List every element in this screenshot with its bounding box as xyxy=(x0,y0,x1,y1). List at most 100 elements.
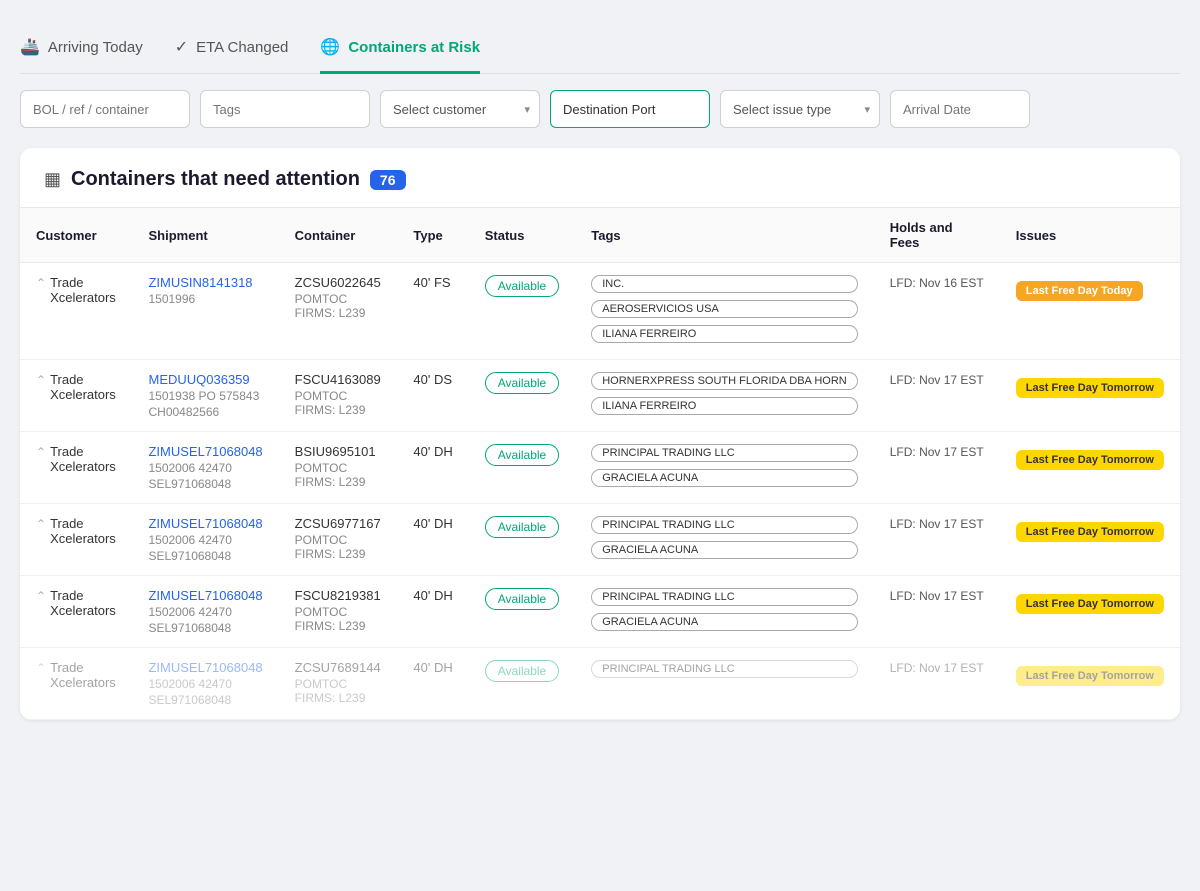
col-customer: Customer xyxy=(20,208,132,263)
tag-pill[interactable]: PRINCIPAL TRADING LLC xyxy=(591,444,858,462)
issue-type-select-wrapper: Select issue type xyxy=(720,90,880,128)
tags-cell: PRINCIPAL TRADING LLC xyxy=(575,648,874,720)
shipment-sub: SEL971068048 xyxy=(148,693,262,707)
expand-icon[interactable]: ⌃ xyxy=(36,517,46,531)
container-type: 40' DS xyxy=(413,372,452,387)
customer-name-text: Trade Xcelerators xyxy=(50,516,116,546)
tag-pill[interactable]: PRINCIPAL TRADING LLC xyxy=(591,588,858,606)
shipment-link[interactable]: ZIMUSEL71068048 xyxy=(148,660,262,675)
shipment-sub: 1501938 PO 575843 xyxy=(148,389,262,403)
customer-select-wrapper: Select customer xyxy=(380,90,540,128)
issues-cell: Last Free Day Tomorrow xyxy=(1000,504,1180,576)
shipment-sub: SEL971068048 xyxy=(148,621,262,635)
grid-icon: ▦ xyxy=(44,169,61,190)
tags-cell: PRINCIPAL TRADING LLC GRACIELA ACUNA xyxy=(575,576,874,648)
table-row: ⌃Trade Xcelerators ZIMUSIN8141318 1501996 Z… xyxy=(20,263,1180,360)
tab-containers-at-risk[interactable]: 🌐 Containers at Risk xyxy=(320,37,480,74)
status-badge: Available xyxy=(485,275,559,297)
tag-pill[interactable]: AEROSERVICIOS USA xyxy=(591,300,858,318)
tabs-bar: 🚢 Arriving Today ✓ ETA Changed 🌐 Contain… xyxy=(20,20,1180,74)
expand-icon[interactable]: ⌃ xyxy=(36,445,46,459)
col-type: Type xyxy=(397,208,468,263)
holds-fees-cell: LFD: Nov 17 EST xyxy=(874,432,1000,504)
container-sub: POMTOC FIRMS: L239 xyxy=(295,533,382,561)
expand-icon[interactable]: ⌃ xyxy=(36,373,46,387)
table-row: ⌃Trade XceleratorsZIMUSEL710680481502006… xyxy=(20,432,1180,504)
tag-pill[interactable]: GRACIELA ACUNA xyxy=(591,541,858,559)
container-cell: ZCSU7689144 POMTOC FIRMS: L239 xyxy=(279,648,398,720)
container-count-badge: 76 xyxy=(370,170,406,190)
col-shipment: Shipment xyxy=(132,208,278,263)
tab-containers-at-risk-label: Containers at Risk xyxy=(348,39,480,56)
tag-pill[interactable]: GRACIELA ACUNA xyxy=(591,613,858,631)
shipment-link[interactable]: ZIMUSEL71068048 xyxy=(148,444,262,459)
check-icon: ✓ xyxy=(175,37,188,57)
holds-fees-cell: LFD: Nov 17 EST xyxy=(874,648,1000,720)
tag-pill[interactable]: HORNERXPRESS SOUTH FLORIDA DBA HORN xyxy=(591,372,858,390)
customer-name-text: Trade Xcelerators xyxy=(50,372,116,402)
filters-row: Select customer Select issue type xyxy=(20,90,1180,128)
tags-search-input[interactable] xyxy=(200,90,370,128)
type-cell: 40' DS xyxy=(397,360,468,432)
issue-badge-tomorrow: Last Free Day Tomorrow xyxy=(1016,450,1164,470)
issue-badge-tomorrow: Last Free Day Tomorrow xyxy=(1016,666,1164,686)
shipment-cell: ZIMUSEL710680481502006 42470SEL971068048 xyxy=(132,432,278,504)
col-status: Status xyxy=(469,208,575,263)
shipment-cell: ZIMUSEL710680481502006 42470SEL971068048 xyxy=(132,576,278,648)
issue-badge-tomorrow: Last Free Day Tomorrow xyxy=(1016,522,1164,542)
status-badge: Available xyxy=(485,516,559,538)
expand-icon[interactable]: ⌃ xyxy=(36,589,46,603)
shipment-sub: 1501996 xyxy=(148,292,262,306)
customer-cell: ⌃Trade Xcelerators xyxy=(20,263,132,360)
bol-search-input[interactable] xyxy=(20,90,190,128)
tab-eta-changed-label: ETA Changed xyxy=(196,39,288,56)
tag-pill[interactable]: ILIANA FERREIRO xyxy=(591,397,858,415)
holds-fees-cell: LFD: Nov 17 EST xyxy=(874,504,1000,576)
shipment-link[interactable]: ZIMUSEL71068048 xyxy=(148,516,262,531)
card-header: ▦ Containers that need attention 76 xyxy=(20,148,1180,207)
issue-type-select[interactable]: Select issue type xyxy=(720,90,880,128)
col-container: Container xyxy=(279,208,398,263)
shipment-sub: 1502006 42470 xyxy=(148,677,262,691)
container-type: 40' FS xyxy=(413,275,450,290)
tags-cell: PRINCIPAL TRADING LLC GRACIELA ACUNA xyxy=(575,432,874,504)
lfd-text: LFD: Nov 17 EST xyxy=(890,517,984,531)
tag-pill[interactable]: GRACIELA ACUNA xyxy=(591,469,858,487)
container-type: 40' DH xyxy=(413,660,452,675)
tab-eta-changed[interactable]: ✓ ETA Changed xyxy=(175,37,289,74)
container-type: 40' DH xyxy=(413,588,452,603)
tag-pill[interactable]: INC. xyxy=(591,275,858,293)
container-number: FSCU4163089 xyxy=(295,372,382,387)
tag-pill[interactable]: PRINCIPAL TRADING LLC xyxy=(591,660,858,678)
tab-arriving-today[interactable]: 🚢 Arriving Today xyxy=(20,37,143,74)
customer-cell: ⌃Trade Xcelerators xyxy=(20,432,132,504)
container-type: 40' DH xyxy=(413,516,452,531)
container-sub: POMTOC FIRMS: L239 xyxy=(295,677,382,705)
holds-fees-cell: LFD: Nov 16 EST xyxy=(874,263,1000,360)
shipment-link[interactable]: ZIMUSEL71068048 xyxy=(148,588,262,603)
status-cell: Available xyxy=(469,648,575,720)
customer-select[interactable]: Select customer xyxy=(380,90,540,128)
shipment-link[interactable]: MEDUUQ036359 xyxy=(148,372,249,387)
lfd-text: LFD: Nov 17 EST xyxy=(890,445,984,459)
status-badge: Available xyxy=(485,660,559,682)
shipment-cell: MEDUUQ0363591501938 PO 575843CH00482566 xyxy=(132,360,278,432)
customer-cell: ⌃ Trade Xcelerators xyxy=(20,576,132,648)
type-cell: 40' DH xyxy=(397,576,468,648)
destination-port-input[interactable] xyxy=(550,90,710,128)
container-number: ZCSU6022645 xyxy=(295,275,382,290)
container-number: ZCSU7689144 xyxy=(295,660,382,675)
customer-name-text: Trade Xcelerators xyxy=(50,588,116,618)
tag-pill[interactable]: PRINCIPAL TRADING LLC xyxy=(591,516,858,534)
col-tags: Tags xyxy=(575,208,874,263)
expand-icon[interactable]: ⌃ xyxy=(36,661,46,675)
issue-badge-tomorrow: Last Free Day Tomorrow xyxy=(1016,594,1164,614)
tab-arriving-today-label: Arriving Today xyxy=(48,39,143,56)
status-cell: Available xyxy=(469,504,575,576)
containers-table: Customer Shipment Container Type Status … xyxy=(20,207,1180,720)
arrival-date-input[interactable] xyxy=(890,90,1030,128)
tag-pill[interactable]: ILIANA FERREIRO xyxy=(591,325,858,343)
container-cell: ZCSU6977167POMTOC FIRMS: L239 xyxy=(279,504,398,576)
shipment-link[interactable]: ZIMUSIN8141318 xyxy=(148,275,252,290)
expand-icon[interactable]: ⌃ xyxy=(36,276,46,290)
